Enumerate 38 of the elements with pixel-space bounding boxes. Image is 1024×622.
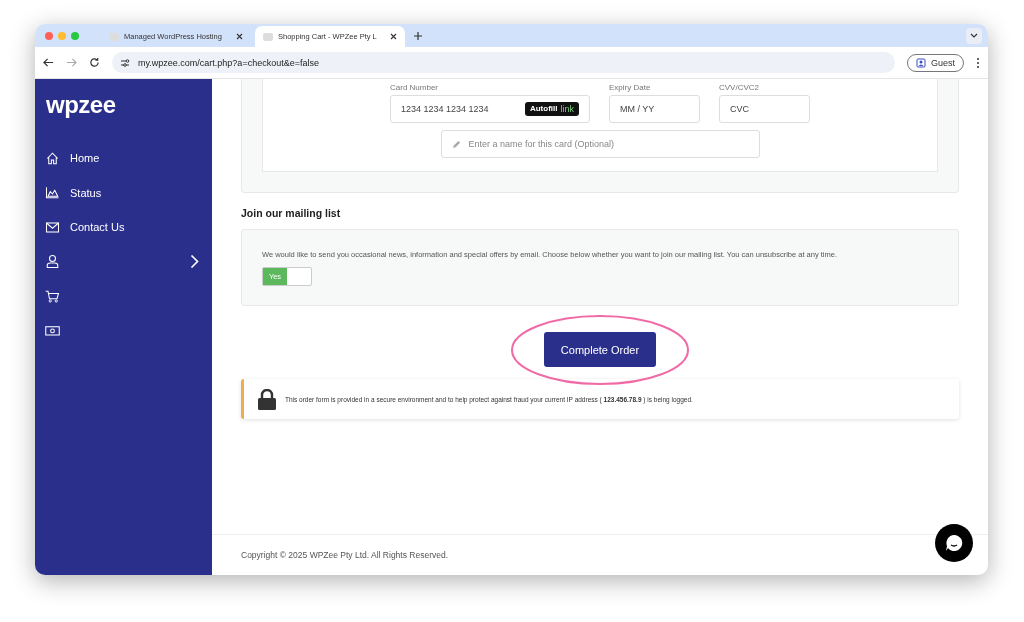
autofill-button[interactable]: Autofill link: [524, 102, 579, 116]
expiry-field[interactable]: MM / YY: [609, 95, 700, 123]
chat-bubble-icon: [944, 533, 964, 553]
favicon-icon: [109, 32, 119, 41]
tab-search-button[interactable]: [966, 27, 982, 44]
cvv-field[interactable]: CVC: [719, 95, 810, 123]
cart-icon: [45, 288, 60, 304]
card-name-field[interactable]: Enter a name for this card (Optional): [440, 130, 760, 158]
sidebar-item[interactable]: Contact Us: [45, 210, 202, 245]
user-icon: [45, 254, 60, 270]
close-tab-icon[interactable]: [236, 33, 243, 40]
profile-icon: [916, 57, 926, 68]
chart-icon: [45, 185, 60, 201]
logo: wpzee: [46, 91, 117, 119]
field-label: Card Number: [390, 83, 439, 92]
close-tab-icon[interactable]: [390, 33, 397, 40]
sidebar-item[interactable]: Status: [45, 175, 202, 210]
banknote-icon: [45, 323, 60, 339]
padlock-icon: [258, 388, 276, 410]
address-bar[interactable]: my.wpzee.com/cart.php?a=checkout&e=false: [112, 52, 895, 73]
home-icon: [45, 150, 60, 166]
reload-icon[interactable]: [89, 57, 100, 68]
menu-icon[interactable]: [976, 56, 980, 69]
complete-order-button[interactable]: Complete Order: [544, 332, 656, 367]
site-settings-icon[interactable]: [120, 57, 130, 68]
copyright-text: Copyright © 2025 WPZee Pty Ltd. All Rights Reserved.: [241, 550, 449, 560]
chat-button[interactable]: [935, 524, 973, 562]
card-number-field[interactable]: 1234 1234 1234 1234 Autofill link: [390, 95, 590, 123]
favicon-icon: [263, 32, 273, 41]
envelope-icon: [45, 219, 60, 235]
sidebar-item[interactable]: Home: [45, 141, 202, 176]
field-label: Expiry Date: [609, 83, 652, 92]
pencil-icon: [451, 139, 461, 149]
caret-icon: [970, 33, 978, 38]
section-heading: Join our mailing list: [241, 207, 342, 219]
new-tab-icon[interactable]: [413, 30, 423, 41]
field-label: CVV/CVC2: [719, 83, 760, 92]
back-icon[interactable]: [43, 57, 54, 68]
